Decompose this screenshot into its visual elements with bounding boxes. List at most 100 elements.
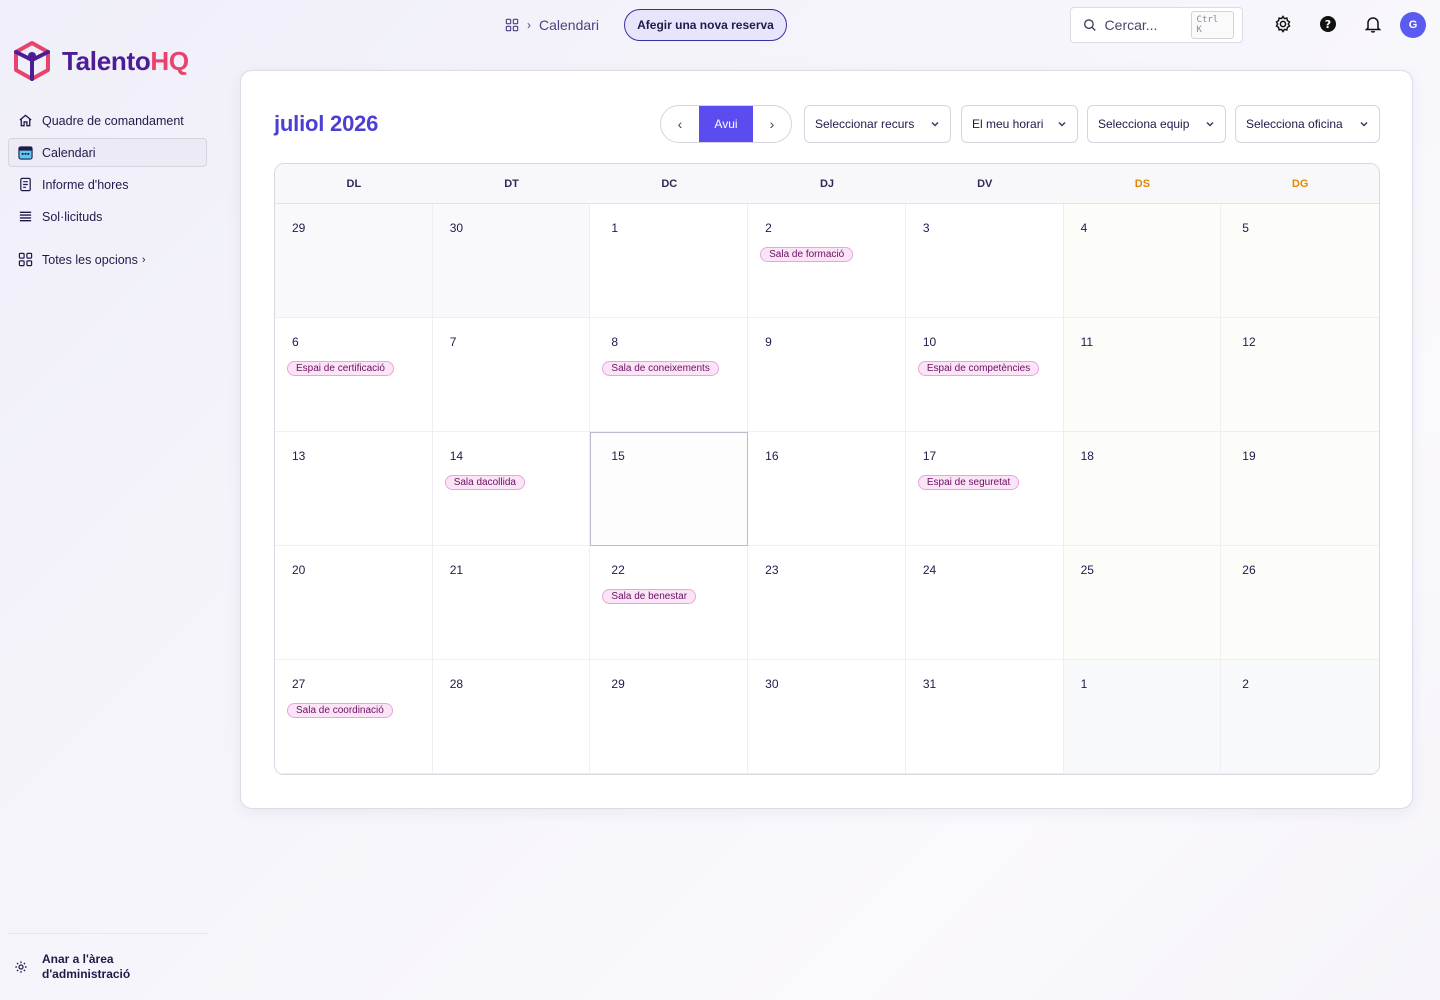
team-select[interactable]: Selecciona equip (1087, 105, 1226, 143)
day-number: 2 (1242, 677, 1249, 691)
calendar-day[interactable]: 23 (748, 546, 906, 660)
calendar-day[interactable]: 18 (1063, 432, 1222, 546)
day-number: 28 (449, 677, 464, 691)
calendar-day[interactable]: 24 (905, 546, 1064, 660)
day-number: 10 (922, 335, 937, 349)
calendar-day[interactable]: 13 (275, 432, 433, 546)
breadcrumb-current[interactable]: Calendari (539, 17, 599, 33)
day-number: 18 (1080, 449, 1094, 463)
calendar-day[interactable]: 21 (432, 546, 591, 660)
home-icon (17, 113, 33, 129)
day-number: 3 (922, 221, 930, 235)
calendar-day[interactable]: 9 (748, 318, 906, 432)
search-box[interactable]: Ctrl K (1070, 7, 1243, 43)
booking-badge[interactable]: Sala de coneixements (602, 361, 719, 376)
booking-badge[interactable]: Espai de seguretat (917, 475, 1020, 490)
calendar-day[interactable]: 19 (1221, 432, 1379, 546)
calendar-day[interactable]: 30 (432, 204, 591, 318)
sidebar-item-dashboard[interactable]: Quadre de comandament (8, 106, 207, 135)
search-input[interactable] (1104, 17, 1183, 33)
calendar-day[interactable]: 5 (1221, 204, 1379, 318)
office-select[interactable]: Selecciona oficina (1235, 105, 1380, 143)
day-number: 5 (1242, 221, 1249, 235)
weekday-label: DT (504, 177, 519, 190)
gear-icon (15, 961, 27, 973)
calendar-day[interactable]: 10 Espai de competències (905, 318, 1064, 432)
sidebar-item-hours-report[interactable]: Informe d'hores (8, 170, 207, 199)
calendar-day[interactable]: 31 (905, 660, 1064, 774)
calendar-day[interactable]: 14 Sala dacollida (432, 432, 591, 546)
chevron-right-icon: › (769, 116, 775, 132)
calendar-day[interactable]: 17 Espai de seguretat (905, 432, 1064, 546)
booking-badge[interactable]: Sala dacollida (444, 475, 525, 490)
sidebar-divider (8, 933, 208, 934)
day-number: 27 (292, 677, 306, 691)
day-number: 13 (292, 449, 306, 463)
schedule-select[interactable]: El meu horari (961, 105, 1078, 143)
sidebar-item-requests[interactable]: Sol·licituds (8, 202, 207, 231)
calendar-day[interactable]: 28 (432, 660, 591, 774)
resource-select[interactable]: Seleccionar recurs (804, 105, 951, 143)
booking-badge[interactable]: Sala de formació (760, 247, 854, 262)
calendar-day[interactable]: 30 (748, 660, 906, 774)
user-avatar[interactable]: G (1400, 12, 1426, 38)
previous-month-button[interactable]: ‹ (661, 106, 699, 142)
day-number: 29 (292, 221, 306, 235)
calendar-day[interactable]: 29 (275, 204, 433, 318)
calendar-day[interactable]: 25 (1063, 546, 1222, 660)
calendar-day[interactable]: 2 Sala de formació (748, 204, 906, 318)
sidebar-item-label: Calendari (42, 145, 96, 160)
calendar-day[interactable]: 7 (432, 318, 591, 432)
svg-text:?: ? (1325, 18, 1331, 31)
brand-name: TalentoHQ (62, 45, 189, 76)
calendar-day[interactable]: 4 (1063, 204, 1222, 318)
sidebar: TalentoHQ Quadre de comandament Calendar… (0, 0, 215, 1000)
day-number: 1 (611, 221, 619, 235)
month-title: juliol 2026 (274, 111, 379, 136)
calendar-day-today[interactable]: 15 (590, 432, 749, 546)
calendar-day[interactable]: 26 (1221, 546, 1379, 660)
grid-icon[interactable] (505, 18, 519, 32)
booking-badge[interactable]: Espai de certificació (287, 361, 394, 376)
calendar-day[interactable]: 8 Sala de coneixements (590, 318, 749, 432)
calendar-day[interactable]: 1 (590, 204, 749, 318)
day-number: 2 (765, 221, 772, 235)
day-number: 17 (922, 449, 937, 463)
settings-icon[interactable] (1273, 14, 1293, 34)
calendar-day[interactable]: 27 Sala de coordinació (275, 660, 433, 774)
day-number: 30 (765, 677, 779, 691)
calendar-day[interactable]: 11 (1063, 318, 1222, 432)
calendar-day[interactable]: 22 Sala de benestar (590, 546, 749, 660)
search-icon (1084, 19, 1096, 31)
team-select-value: Selecciona equip (1098, 117, 1190, 131)
calendar-day[interactable]: 3 (905, 204, 1064, 318)
sidebar-item-label: Informe d'hores (42, 177, 129, 192)
calendar-day[interactable]: 2 (1221, 660, 1379, 774)
help-icon[interactable]: ? (1318, 14, 1338, 34)
bell-icon[interactable] (1363, 14, 1383, 34)
next-month-button[interactable]: › (753, 106, 791, 142)
month-calendar: DL DT DC DJ DV DS DG 29 30 1 2 Sala de formació 3 4 5… (274, 163, 1380, 775)
breadcrumb: › Calendari (505, 14, 599, 36)
sidebar-nav: Quadre de comandament Calendari Informe … (8, 106, 207, 277)
calendar-day[interactable]: 29 (590, 660, 749, 774)
day-number: 9 (765, 335, 772, 349)
keyboard-shortcut: Ctrl K (1190, 11, 1234, 39)
sidebar-item-calendar[interactable]: Calendari (8, 138, 207, 167)
booking-badge[interactable]: Espai de competències (917, 361, 1040, 376)
calendar-card: juliol 2026 ‹ Avui › Seleccionar recurs … (240, 70, 1413, 809)
day-number: 6 (292, 335, 299, 349)
add-booking-button[interactable]: Afegir una nova reserva (624, 9, 787, 41)
admin-area-link[interactable]: Anar a l'àrea d'administració (14, 952, 152, 982)
calendar-day[interactable]: 12 (1221, 318, 1379, 432)
booking-badge[interactable]: Sala de benestar (602, 589, 697, 604)
sidebar-item-all-options[interactable]: Totes les opcions › (8, 245, 207, 274)
today-button[interactable]: Avui (699, 106, 753, 142)
brand-logo[interactable]: TalentoHQ (12, 40, 189, 82)
calendar-day[interactable]: 1 (1063, 660, 1222, 774)
sidebar-item-label: Sol·licituds (42, 209, 103, 224)
calendar-day[interactable]: 6 Espai de certificació (275, 318, 433, 432)
calendar-day[interactable]: 20 (275, 546, 433, 660)
calendar-day[interactable]: 16 (748, 432, 906, 546)
booking-badge[interactable]: Sala de coordinació (287, 703, 393, 718)
